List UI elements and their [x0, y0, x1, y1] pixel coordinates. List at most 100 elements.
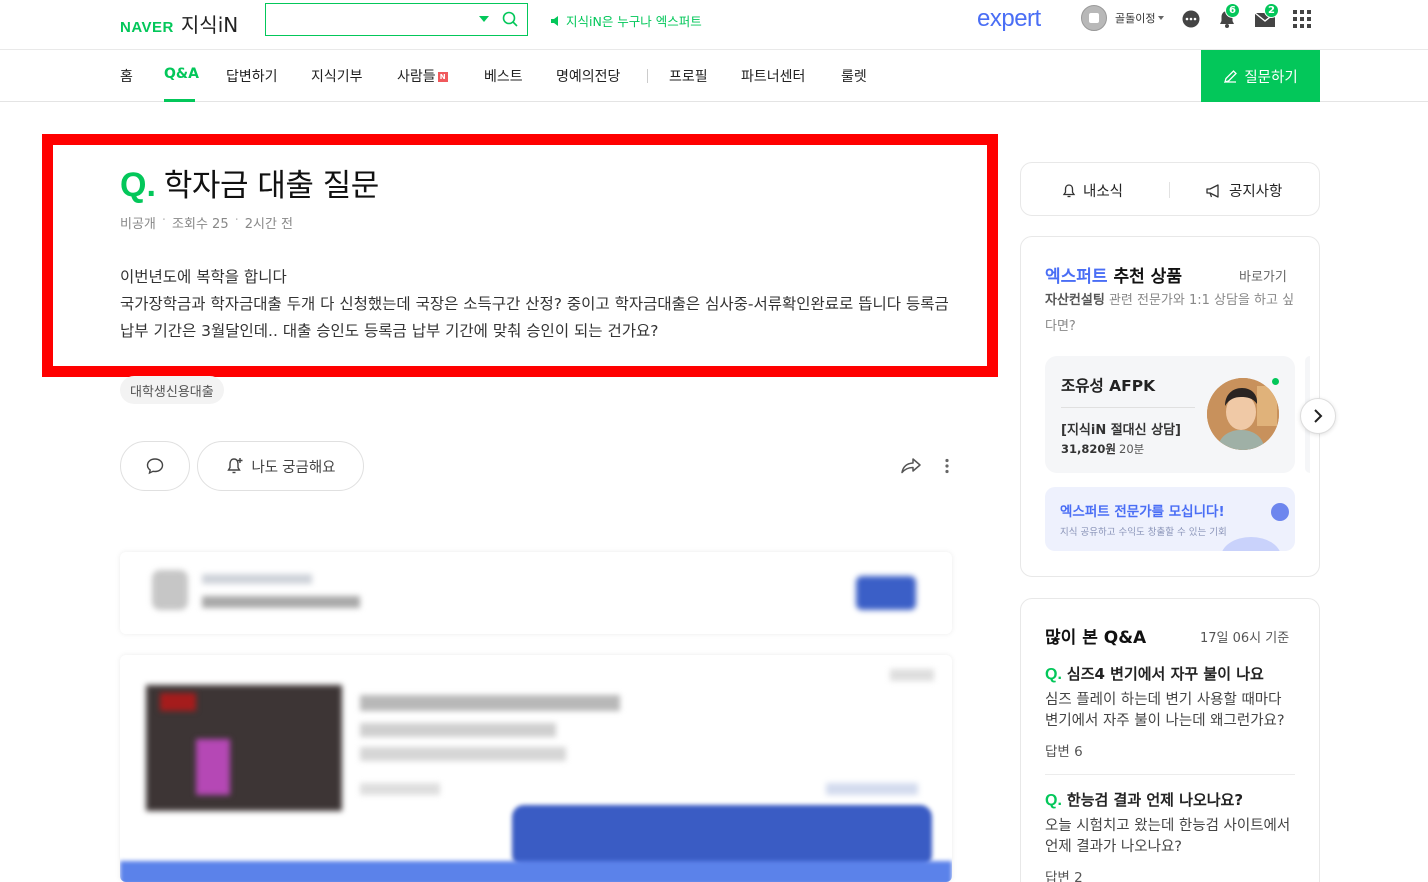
rec-title-highlight: 엑스퍼트	[1045, 267, 1108, 287]
username: 골돌이정	[1115, 12, 1156, 25]
mail-badge: 2	[1264, 3, 1279, 18]
chevron-down-icon	[1158, 16, 1165, 20]
active-tab-indicator	[164, 99, 195, 102]
expert-recommend-link[interactable]: 바로가기	[1239, 266, 1287, 285]
nav-people-label: 사람들	[397, 69, 436, 85]
recruit-title: 엑스퍼트 전문가를 모십니다!	[1060, 504, 1225, 520]
popular-qna-title: 많이 본 Q&A	[1045, 628, 1147, 648]
notification-badge: 6	[1225, 3, 1240, 18]
expert-recommend-title: 엑스퍼트 추천 상품	[1045, 262, 1182, 287]
expert-product-card[interactable]: 조유성 AFPK [지식iN 절대신 상담] 31,820원 20분	[1045, 356, 1295, 473]
chat-icon[interactable]	[1181, 9, 1201, 29]
expert-promo-link[interactable]: 지식iN은 누구나 엑스퍼트	[550, 11, 702, 30]
expert-product-name: [지식iN 절대신 상담]	[1061, 423, 1181, 438]
notice-divider	[1169, 182, 1170, 198]
popular-answer-count: 답변 2	[1045, 870, 1083, 882]
nav-best[interactable]: 베스트	[484, 66, 523, 86]
nav-answer[interactable]: 답변하기	[226, 66, 278, 86]
my-news-notice-bar: 내소식 공지사항	[1020, 162, 1320, 216]
expert-name: 조유성 AFPK	[1061, 377, 1156, 395]
nav-hall-of-fame[interactable]: 명예의전당	[556, 66, 620, 86]
question-title-text: 학자금 대출 질문	[163, 168, 379, 204]
chevron-right-icon	[1314, 409, 1323, 423]
top-header: NAVER 지식iN 지식iN은 누구나 엑스퍼트 expert 골돌이정 6 …	[0, 0, 1428, 50]
question-tag[interactable]: 대학생신용대출	[120, 376, 224, 404]
nav-partner-center[interactable]: 파트너센터	[741, 66, 805, 86]
my-news-label: 내소식	[1083, 184, 1124, 200]
popular-question-text: 한능검 결과 언제 나오나요?	[1066, 791, 1244, 809]
promo-text: 지식iN은 누구나 엑스퍼트	[566, 14, 702, 29]
online-status-dot	[1272, 378, 1279, 385]
expert-recruit-banner[interactable]: 엑스퍼트 전문가를 모십니다! 지식 공유하고 수익도 창출할 수 있는 기회	[1045, 487, 1295, 551]
expert-logo[interactable]: expert	[977, 5, 1041, 33]
meta-separator: ·	[234, 213, 239, 228]
me-too-curious-label: 나도 궁금해요	[251, 459, 336, 476]
notice-label: 공지사항	[1229, 184, 1283, 200]
q-mark: Q.	[1045, 792, 1062, 809]
meta-separator: ·	[161, 213, 167, 228]
popular-question-body: 오늘 시험치고 왔는데 한능검 사이트에서 언제 결과가 나오나요?	[1045, 818, 1291, 855]
user-profile-menu[interactable]: 골돌이정	[1081, 5, 1165, 31]
speaker-icon	[551, 15, 558, 26]
me-too-curious-button[interactable]: 나도 궁금해요	[197, 441, 364, 491]
question-body: 이번년도에 복학을 합니다 국가장학금과 학자금대출 두개 다 신청했는데 국장…	[120, 264, 960, 345]
new-badge: N	[437, 72, 448, 82]
question-meta: 비공개 · 조회수 25 · 2시간 전	[120, 213, 293, 232]
decorative-circle	[1271, 503, 1289, 521]
question-title: Q. 학자금 대출 질문	[120, 160, 379, 205]
question-views: 조회수 25	[172, 217, 229, 232]
comment-button[interactable]	[120, 441, 190, 491]
popular-qna-item[interactable]: Q. 한능검 결과 언제 나오나요? 오늘 시험치고 왔는데 한능검 사이트에서 …	[1045, 789, 1295, 882]
popular-item-divider	[1045, 774, 1295, 775]
nav-roulette[interactable]: 룰렛	[841, 66, 867, 86]
carousel-next-button[interactable]	[1300, 398, 1336, 434]
expert-duration: 20분	[1119, 442, 1145, 456]
popular-question-title: Q. 심즈4 변기에서 자꾸 불이 나요	[1045, 663, 1295, 684]
blurred-ad-card	[120, 655, 952, 882]
ask-question-button[interactable]: 질문하기	[1201, 50, 1320, 102]
nav-qna[interactable]: Q&A	[164, 66, 199, 82]
nav-divider	[647, 69, 648, 83]
popular-qna-item[interactable]: Q. 심즈4 변기에서 자꾸 불이 나요 심즈 플레이 하는데 변기 사용할 때마…	[1045, 663, 1295, 760]
expert-card-divider	[1061, 407, 1195, 408]
question-time: 2시간 전	[244, 217, 294, 232]
recruit-subtitle: 지식 공유하고 수익도 창출할 수 있는 기회	[1060, 527, 1227, 538]
popular-question-body: 심즈 플레이 하는데 변기 사용할 때마다 변기에서 자주 불이 나는데 왜그런…	[1045, 692, 1285, 729]
rec-title-rest: 추천 상품	[1107, 267, 1182, 287]
notice-button[interactable]: 공지사항	[1205, 180, 1282, 201]
rec-desc-keyword: 자산컨설팅	[1045, 293, 1105, 308]
expert-portrait-image	[1207, 378, 1279, 450]
popular-question-title: Q. 한능검 결과 언제 나오나요?	[1045, 789, 1295, 810]
search-box	[265, 3, 528, 36]
question-q-mark: Q.	[120, 166, 156, 204]
comment-icon	[146, 458, 164, 475]
jisikin-logo-text: 지식iN	[180, 13, 239, 37]
share-icon[interactable]	[900, 456, 922, 476]
bell-plus-icon	[227, 458, 243, 474]
nav-home[interactable]: 홈	[120, 66, 133, 86]
blurred-answer-header	[120, 552, 952, 634]
more-options-icon[interactable]	[944, 458, 950, 474]
naver-logo-text: NAVER	[120, 19, 174, 36]
search-dropdown-caret-icon[interactable]	[479, 16, 489, 22]
decorative-arc	[1221, 537, 1281, 551]
popular-question-text: 심즈4 변기에서 자꾸 불이 나요	[1066, 665, 1264, 683]
naver-jisikin-logo[interactable]: NAVER 지식iN	[120, 9, 238, 37]
search-icon[interactable]	[502, 11, 518, 27]
question-body-line: 국가장학금과 학자금대출 두개 다 신청했는데 국장은 소득구간 산정? 중이고…	[120, 295, 949, 340]
bell-icon	[1062, 183, 1076, 197]
avatar	[1081, 5, 1107, 31]
nav-profile[interactable]: 프로필	[669, 66, 708, 86]
pencil-icon	[1224, 69, 1238, 83]
popular-answer-count: 답변 6	[1045, 744, 1083, 760]
popular-qna-timestamp: 17일 06시 기준	[1200, 631, 1290, 646]
nav-people[interactable]: 사람들 N	[397, 66, 448, 86]
expert-recommend-desc: 자산컨설팅 관련 전문가와 1:1 상담을 하고 싶다면?	[1045, 288, 1297, 340]
expert-photo	[1207, 378, 1279, 450]
apps-grid-icon[interactable]	[1293, 10, 1311, 28]
q-mark: Q.	[1045, 666, 1062, 683]
my-news-button[interactable]: 내소식	[1061, 180, 1123, 201]
nav-donation[interactable]: 지식기부	[311, 66, 363, 86]
search-input[interactable]	[266, 4, 466, 34]
question-body-line: 이번년도에 복학을 합니다	[120, 268, 287, 286]
